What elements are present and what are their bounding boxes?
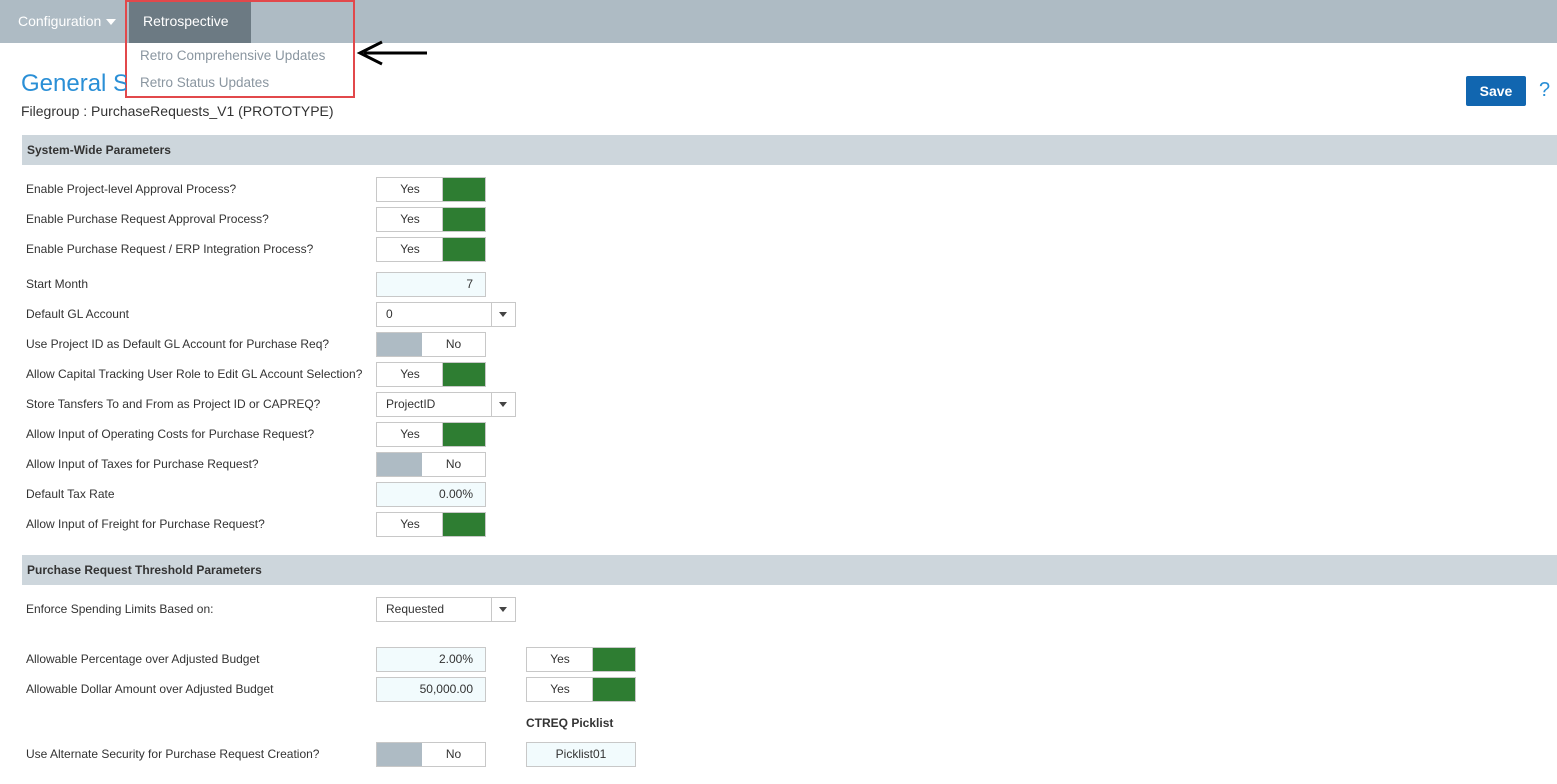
toggle-project-id-gl[interactable]: No: [376, 332, 486, 357]
toggle-knob: [442, 238, 485, 261]
ctreq-picklist-label: CTREQ Picklist: [526, 716, 614, 730]
toggle-value: Yes: [550, 652, 570, 666]
ctreq-picklist-input[interactable]: Picklist01: [526, 742, 636, 767]
toggle-knob: [377, 333, 422, 356]
divider: [491, 303, 492, 326]
toggle-knob: [377, 743, 422, 766]
label-spending-limits: Enforce Spending Limits Based on:: [26, 602, 214, 616]
spending-limits-select[interactable]: Requested: [376, 597, 516, 622]
pct-over-budget-input[interactable]: 2.00%: [376, 647, 486, 672]
toggle-value: Yes: [400, 242, 420, 256]
toggle-knob: [442, 178, 485, 201]
divider: [491, 598, 492, 621]
label-operating-costs: Allow Input of Operating Costs for Purch…: [26, 427, 315, 441]
toggle-operating-costs[interactable]: Yes: [376, 422, 486, 447]
menu-configuration[interactable]: Configuration: [4, 0, 130, 43]
help-icon[interactable]: ?: [1539, 79, 1550, 102]
toggle-knob: [442, 423, 485, 446]
dollar-over-budget-input[interactable]: 50,000.00: [376, 677, 486, 702]
section-header-system-wide: System-Wide Parameters: [22, 135, 1557, 165]
label-freight: Allow Input of Freight for Purchase Requ…: [26, 517, 265, 531]
toggle-knob: [442, 363, 485, 386]
toggle-erp-integration[interactable]: Yes: [376, 237, 486, 262]
label-tax-rate: Default Tax Rate: [26, 487, 115, 501]
menu-configuration-label: Configuration: [18, 13, 102, 29]
label-taxes: Allow Input of Taxes for Purchase Reques…: [26, 457, 259, 471]
toggle-value: No: [445, 337, 462, 351]
store-transfers-select[interactable]: ProjectID: [376, 392, 516, 417]
toggle-value: No: [445, 457, 462, 471]
pointer-arrow-icon: [356, 40, 427, 66]
toggle-value: Yes: [400, 367, 420, 381]
toggle-knob: [592, 648, 635, 671]
default-gl-select[interactable]: 0: [376, 302, 516, 327]
filegroup-label: Filegroup : PurchaseRequests_V1 (PROTOTY…: [21, 103, 334, 119]
highlight-box: [125, 0, 355, 98]
label-capital-tracking: Allow Capital Tracking User Role to Edit…: [26, 367, 363, 381]
tax-rate-input[interactable]: 0.00%: [376, 482, 486, 507]
toggle-knob: [442, 513, 485, 536]
toggle-knob: [592, 678, 635, 701]
label-project-approval: Enable Project-level Approval Process?: [26, 182, 237, 196]
chevron-down-icon: [499, 312, 507, 317]
toggle-value: No: [445, 747, 462, 761]
label-alt-security: Use Alternate Security for Purchase Requ…: [26, 747, 320, 761]
toggle-value: Yes: [550, 682, 570, 696]
label-erp-integration: Enable Purchase Request / ERP Integratio…: [26, 242, 314, 256]
label-dollar-over-budget: Allowable Dollar Amount over Adjusted Bu…: [26, 682, 274, 696]
toggle-taxes[interactable]: No: [376, 452, 486, 477]
save-button[interactable]: Save: [1466, 76, 1526, 106]
toggle-capital-tracking[interactable]: Yes: [376, 362, 486, 387]
section-header-threshold: Purchase Request Threshold Parameters: [22, 555, 1557, 585]
select-value: 0: [386, 307, 393, 321]
chevron-down-icon: [499, 402, 507, 407]
label-project-id-gl: Use Project ID as Default GL Account for…: [26, 337, 330, 351]
toggle-value: Yes: [400, 182, 420, 196]
toggle-project-approval[interactable]: Yes: [376, 177, 486, 202]
caret-down-icon: [106, 19, 117, 26]
toggle-pct-over-budget[interactable]: Yes: [526, 647, 636, 672]
label-start-month: Start Month: [26, 277, 89, 291]
label-pct-over-budget: Allowable Percentage over Adjusted Budge…: [26, 652, 260, 666]
select-value: ProjectID: [386, 397, 436, 411]
toggle-knob: [377, 453, 422, 476]
select-value: Requested: [386, 602, 445, 616]
toggle-value: Yes: [400, 212, 420, 226]
label-default-gl: Default GL Account: [26, 307, 129, 321]
toggle-knob: [442, 208, 485, 231]
toggle-pr-approval[interactable]: Yes: [376, 207, 486, 232]
toggle-freight[interactable]: Yes: [376, 512, 486, 537]
start-month-input[interactable]: 7: [376, 272, 486, 297]
label-store-transfers: Store Tansfers To and From as Project ID…: [26, 397, 321, 411]
toggle-value: Yes: [400, 427, 420, 441]
divider: [491, 393, 492, 416]
chevron-down-icon: [499, 607, 507, 612]
toggle-value: Yes: [400, 517, 420, 531]
toggle-alt-security[interactable]: No: [376, 742, 486, 767]
page-title: General S: [21, 70, 126, 97]
label-pr-approval: Enable Purchase Request Approval Process…: [26, 212, 269, 226]
toggle-dollar-over-budget[interactable]: Yes: [526, 677, 636, 702]
